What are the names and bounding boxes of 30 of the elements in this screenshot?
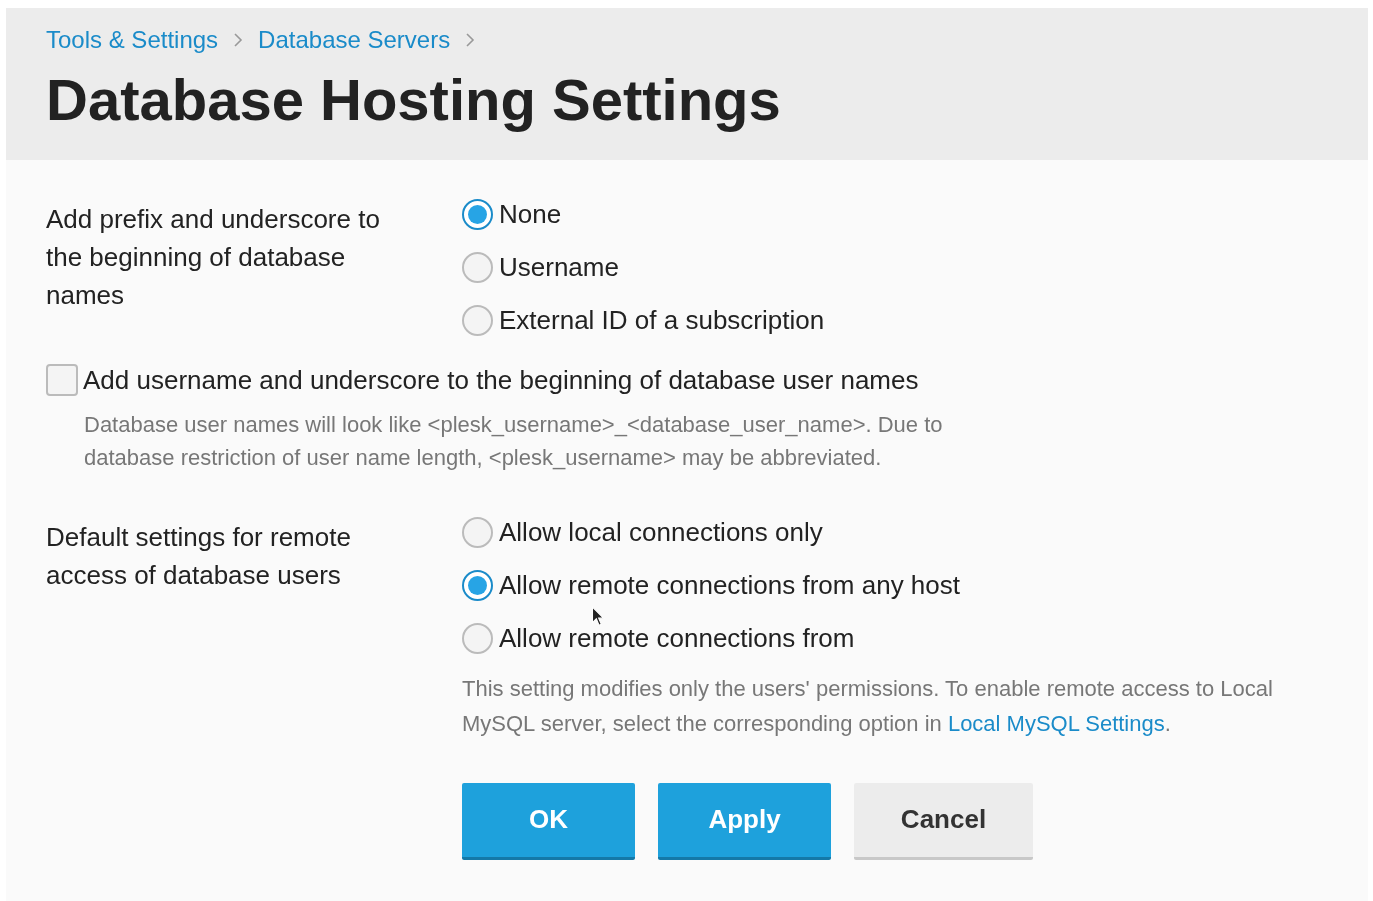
field-label: Default settings for remote access of database users bbox=[46, 520, 352, 592]
radio-label: External ID of a subscription bbox=[499, 303, 825, 337]
mouse-cursor-icon bbox=[591, 605, 606, 627]
radio-button[interactable] bbox=[462, 304, 493, 336]
radio-option[interactable]: Allow local connections only bbox=[462, 505, 1328, 559]
radio-label: Allow local connections only bbox=[499, 515, 823, 549]
radio-option[interactable]: Username bbox=[462, 240, 825, 294]
settings-link[interactable]: Local MySQL Settings bbox=[947, 710, 1165, 736]
form-button[interactable]: Cancel bbox=[854, 782, 1033, 860]
radio-button[interactable] bbox=[462, 198, 493, 230]
field-label: Add prefix and underscore to the beginning of database names bbox=[46, 202, 381, 312]
radio-button[interactable] bbox=[462, 622, 493, 654]
hint-text: Database user names will look like <plesk_username>_<database_user_name>. Due to database restriction of user name length, <plesk_username> may be abbreviated. bbox=[84, 410, 944, 472]
chevron-right-icon bbox=[464, 31, 477, 49]
page-title: Database Hosting Settings bbox=[46, 68, 782, 132]
radio-option[interactable]: External ID of a subscription bbox=[462, 293, 825, 347]
radio-option[interactable]: None bbox=[462, 187, 825, 241]
radio-label: None bbox=[499, 197, 562, 231]
radio-label: Allow remote connections from any host bbox=[499, 568, 960, 602]
checkbox-label: Add username and underscore to the beginning of database user names bbox=[83, 363, 919, 397]
radio-label: Allow remote connections from bbox=[499, 621, 855, 655]
hint-text: This setting modifies only the users' permissions. To enable remote access to Local MySQL server, select the corresponding option in Local MySQL Settings. bbox=[462, 674, 1274, 738]
radio-button[interactable] bbox=[462, 516, 493, 548]
radio-option[interactable]: Allow remote connections from any host bbox=[462, 558, 1328, 612]
radio-label: Username bbox=[499, 250, 619, 284]
radio-button[interactable] bbox=[462, 569, 493, 601]
chevron-right-icon bbox=[232, 31, 245, 49]
radio-button[interactable] bbox=[462, 251, 493, 283]
radio-option[interactable]: Allow remote connections from bbox=[462, 611, 1328, 665]
checkbox[interactable] bbox=[46, 364, 78, 397]
